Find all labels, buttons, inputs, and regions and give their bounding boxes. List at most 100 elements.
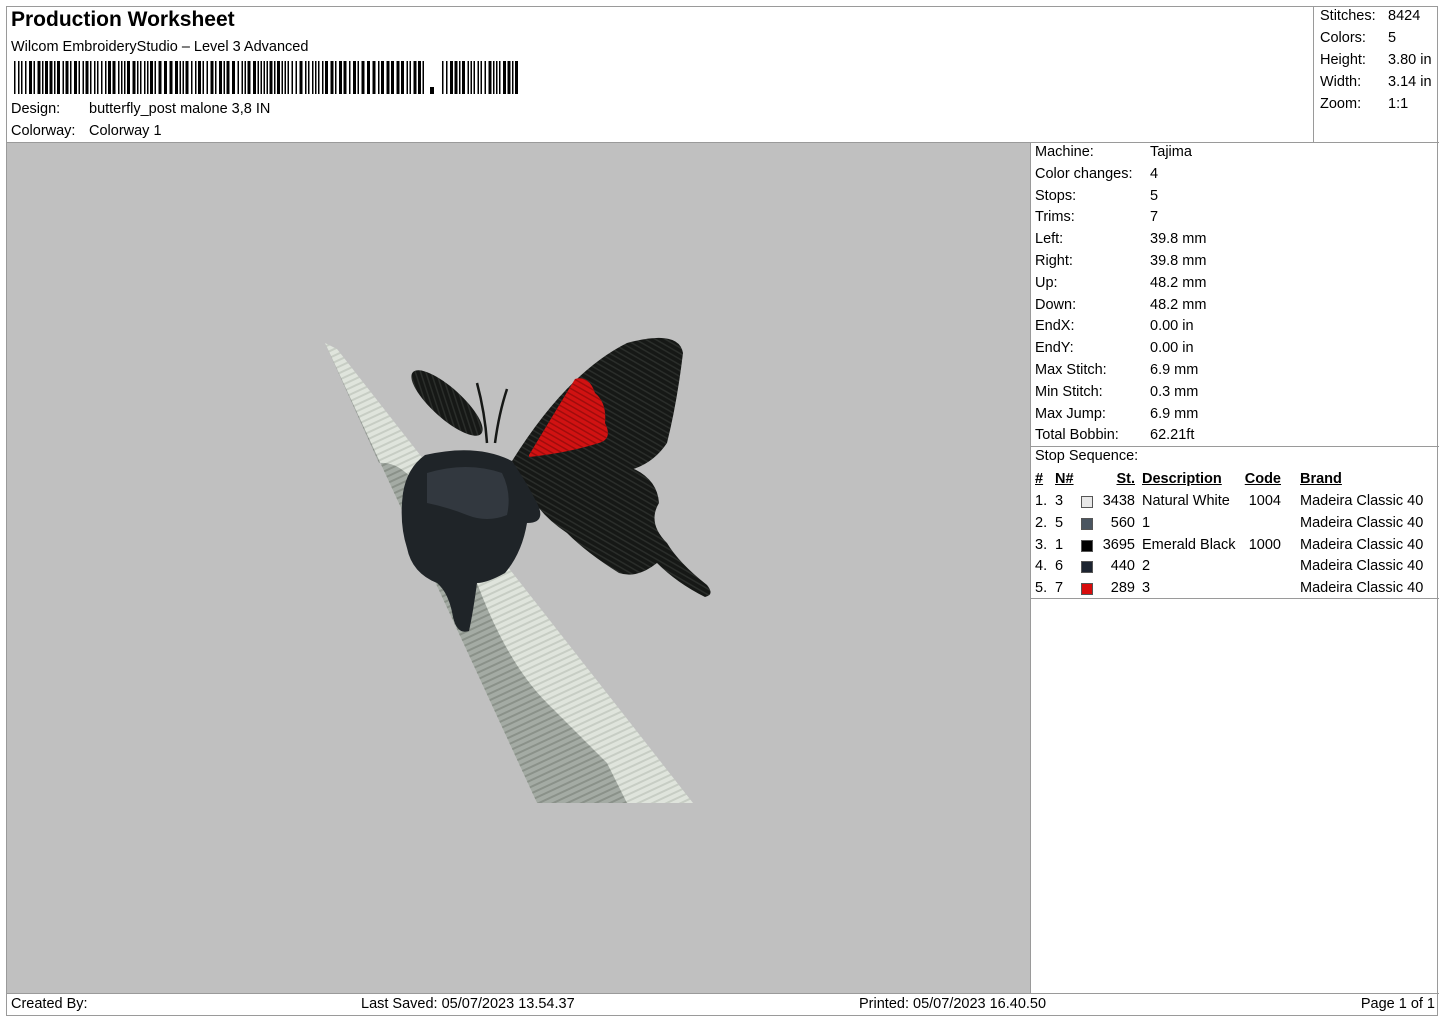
stop-sequence-row: 4. 6 440 2 Madeira Classic 40 (1031, 558, 1439, 578)
info-value: 39.8 mm (1150, 231, 1207, 248)
stat-height: Height: 3.80 in (1320, 52, 1432, 68)
info-label: Min Stitch: (1035, 383, 1103, 400)
row-needle: 6 (1055, 558, 1064, 575)
row-stitches: 440 (1110, 558, 1135, 575)
info-value: 4 (1150, 165, 1159, 182)
info-row: Total Bobbin: 62.21ft (1035, 427, 1194, 443)
col-stitches: St. (1116, 471, 1135, 487)
thread-color-swatch (1081, 539, 1093, 552)
row-index: 3. (1035, 536, 1048, 553)
created-by: Created By: (11, 996, 88, 1012)
stop-sequence-row: 1. 3 3438 Natural White 1004 Madeira Classic … (1031, 493, 1439, 513)
butterfly-embroidery-image (325, 337, 711, 803)
info-value: 62.21ft (1150, 427, 1195, 444)
info-value: 0.00 in (1150, 340, 1194, 357)
info-value: 5 (1150, 187, 1159, 204)
row-brand: Madeira Classic 40 (1300, 536, 1424, 553)
col-index: # (1035, 471, 1044, 487)
info-value: 0.00 in (1150, 318, 1194, 335)
stat-zoom: Zoom: 1:1 (1320, 96, 1409, 112)
machine-info-panel: Machine: Tajima Color changes: 4 Stops: 5 Trim… (1031, 143, 1439, 993)
design-label: Design: (11, 101, 61, 117)
info-value: 39.8 mm (1150, 253, 1207, 269)
info-value: 7 (1150, 209, 1159, 226)
info-row: Right: 39.8 mm (1035, 253, 1206, 269)
info-label: EndY: (1035, 340, 1074, 357)
row-stitches: 560 (1110, 514, 1135, 531)
stat-width: Width: 3.14 in (1320, 74, 1432, 90)
info-value: 6.9 mm (1150, 405, 1199, 422)
page-number: Page 1 of 1 (1360, 996, 1435, 1012)
row-needle: 5 (1055, 514, 1064, 531)
row-description: 1 (1142, 514, 1151, 531)
thread-color-swatch (1081, 561, 1093, 574)
col-code: Code (1244, 471, 1281, 487)
software-name: Wilcom EmbroideryStudio – Level 3 Advanc… (11, 39, 309, 55)
info-row: Up: 48.2 mm (1035, 275, 1206, 291)
info-label: Left: (1035, 231, 1064, 248)
info-row: Max Jump: 6.9 mm (1035, 406, 1198, 422)
stat-stitches: Stitches: 8424 (1320, 8, 1421, 24)
info-label: EndX: (1035, 318, 1075, 335)
thread-color-swatch (1081, 517, 1093, 530)
production-worksheet: Production Worksheet Wilcom EmbroiderySt… (6, 6, 1439, 1017)
row-stitches: 3695 (1102, 536, 1135, 553)
col-brand: Brand (1300, 471, 1342, 487)
info-label: Max Jump: (1035, 405, 1106, 422)
stop-sequence-header: # N# St. Description Code Brand (1031, 471, 1439, 491)
info-row: Min Stitch: 0.3 mm (1035, 384, 1198, 400)
info-value: 48.2 mm (1150, 296, 1207, 313)
info-label: Trims: (1035, 209, 1075, 226)
stop-sequence-row: 3. 1 3695 Emerald Black 1000 Madeira Classic … (1031, 537, 1439, 557)
barcode (14, 61, 518, 94)
row-needle: 3 (1055, 493, 1064, 509)
row-brand: Madeira Classic 40 (1300, 514, 1424, 531)
row-description: Natural White (1142, 493, 1230, 509)
col-needle: N# (1055, 471, 1074, 487)
info-label: Color changes: (1035, 165, 1133, 182)
colorway-row: Colorway: Colorway 1 (11, 123, 162, 139)
info-value: 6.9 mm (1150, 362, 1199, 378)
sequence-divider (1031, 598, 1439, 599)
row-index: 1. (1035, 493, 1048, 509)
info-row: Stops: 5 (1035, 188, 1158, 204)
info-row: Down: 48.2 mm (1035, 297, 1206, 313)
col-description: Description (1142, 471, 1222, 487)
info-divider (1031, 446, 1439, 447)
row-brand: Madeira Classic 40 (1300, 558, 1424, 575)
info-label: Right: (1035, 253, 1073, 269)
info-label: Down: (1035, 296, 1077, 313)
row-description: 2 (1142, 558, 1151, 575)
design-name: butterfly_post malone 3,8 IN (89, 101, 271, 117)
row-description: Emerald Black (1142, 536, 1236, 553)
info-value: 48.2 mm (1150, 274, 1207, 291)
info-row: EndY: 0.00 in (1035, 340, 1194, 356)
colorway-label: Colorway: (11, 123, 76, 139)
page-title: Production Worksheet (11, 8, 235, 31)
thread-color-swatch (1081, 496, 1093, 508)
row-code: 1000 (1248, 536, 1281, 553)
row-stitches: 289 (1110, 580, 1135, 597)
row-needle: 1 (1055, 536, 1064, 553)
worksheet-header: Production Worksheet Wilcom EmbroiderySt… (7, 7, 1314, 143)
printed-date: Printed: 05/07/2023 16.40.50 (859, 996, 1047, 1012)
info-label: Machine: (1035, 144, 1094, 160)
row-brand: Madeira Classic 40 (1300, 493, 1424, 509)
info-label: Max Stitch: (1035, 362, 1107, 378)
worksheet-footer: Created By: Last Saved: 05/07/2023 13.54… (7, 993, 1439, 1017)
info-value: 0.3 mm (1150, 383, 1199, 400)
info-row: Machine: Tajima (1035, 144, 1192, 160)
row-index: 5. (1035, 580, 1048, 597)
design-preview (7, 143, 1031, 993)
stop-sequence-title: Stop Sequence: (1035, 448, 1139, 464)
info-row: Color changes: 4 (1035, 166, 1158, 182)
info-row: Max Stitch: 6.9 mm (1035, 362, 1198, 378)
row-index: 2. (1035, 514, 1048, 531)
info-label: Up: (1035, 274, 1058, 291)
last-saved: Last Saved: 05/07/2023 13.54.37 (361, 996, 575, 1012)
info-value: Tajima (1150, 144, 1192, 160)
info-label: Stops: (1035, 187, 1077, 204)
info-row: Left: 39.8 mm (1035, 231, 1206, 247)
row-stitches: 3438 (1102, 493, 1135, 509)
design-row: Design: butterfly_post malone 3,8 IN (11, 101, 270, 117)
